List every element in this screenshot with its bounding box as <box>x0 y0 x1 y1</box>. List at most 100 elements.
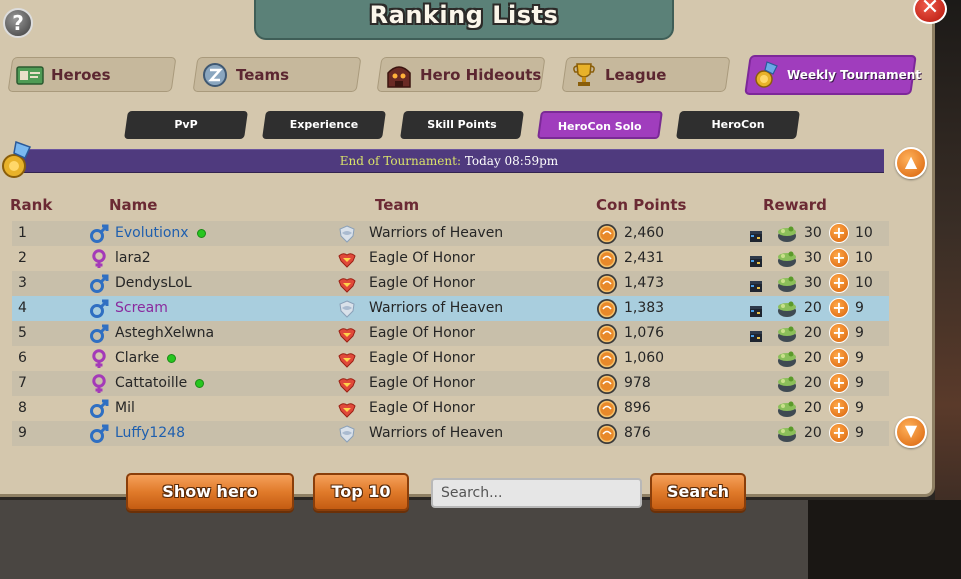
table-row[interactable]: 3 DendysLoL Eagle Of Honor 1,473 30 +10 <box>12 271 889 296</box>
team-name[interactable]: Eagle Of Honor <box>369 271 475 296</box>
subtab-pvp[interactable]: PvP <box>124 111 248 139</box>
reward-amount-2: 9 <box>855 300 864 316</box>
player-name-text: Clarke <box>115 350 160 366</box>
team-name[interactable]: Eagle Of Honor <box>369 346 475 371</box>
table-row[interactable]: 6 Clarke Eagle Of Honor 1,060 20 +9 <box>12 346 889 371</box>
team-name[interactable]: Eagle Of Honor <box>369 396 475 421</box>
table-row[interactable]: 1 Evolutionx Warriors of Heaven 2,460 30 +10 <box>12 221 889 246</box>
tab-weekly-tournament[interactable]: Weekly Tournament <box>744 55 921 95</box>
team-name[interactable]: Warriors of Heaven <box>369 421 503 446</box>
heaven-badge-icon <box>338 225 356 243</box>
top-10-button[interactable]: Top 10 <box>313 473 409 511</box>
reward-pot-icon <box>776 273 798 293</box>
reward-amount-1: 20 <box>804 350 822 366</box>
player-name[interactable]: Evolutionx <box>115 221 206 246</box>
reward-box-icon <box>749 252 763 267</box>
reward-amount-1: 20 <box>804 425 822 441</box>
hero-card-icon <box>15 61 45 89</box>
player-name[interactable]: lara2 <box>115 246 151 271</box>
col-header-name: Name <box>109 196 158 214</box>
con-points-icon <box>596 398 618 420</box>
reward-amount-1: 20 <box>804 325 822 341</box>
con-points-icon <box>596 273 618 295</box>
player-name[interactable]: DendysLoL <box>115 271 192 296</box>
table-row[interactable]: 8 Mil Eagle Of Honor 896 20 +9 <box>12 396 889 421</box>
player-name[interactable]: Clarke <box>115 346 177 371</box>
player-name-text: Cattatoille <box>115 375 188 391</box>
player-name-text: Luffy1248 <box>115 425 185 441</box>
rank-cell: 4 <box>18 300 27 316</box>
search-button[interactable]: Search <box>650 473 746 511</box>
team-name[interactable]: Warriors of Heaven <box>369 221 503 246</box>
reward-amount-2: 10 <box>855 250 873 266</box>
team-name[interactable]: Warriors of Heaven <box>369 296 503 321</box>
tab-heroes[interactable]: Heroes <box>7 57 177 92</box>
eagle-badge-icon <box>338 250 356 268</box>
scroll-down-button[interactable]: ▼ <box>895 416 927 448</box>
plus-icon: + <box>829 223 849 243</box>
table-row[interactable]: 7 Cattatoille Eagle Of Honor 978 20 +9 <box>12 371 889 396</box>
col-header-con-points: Con Points <box>596 196 687 214</box>
con-points-icon <box>596 223 618 245</box>
player-name-text: lara2 <box>115 250 151 266</box>
table-row[interactable]: 5 AsteghXelwna Eagle Of Honor 1,076 20 +9 <box>12 321 889 346</box>
plus-icon: + <box>829 248 849 268</box>
team-name[interactable]: Eagle Of Honor <box>369 246 475 271</box>
help-button[interactable]: ? <box>3 8 33 38</box>
reward-amount-1: 20 <box>804 300 822 316</box>
player-name[interactable]: Scream <box>115 296 168 321</box>
eagle-badge-icon <box>338 375 356 393</box>
ranking-panel: Ranking Lists ? Heroes Teams Hero Hideou… <box>0 0 935 511</box>
male-icon <box>89 224 109 244</box>
show-hero-button[interactable]: Show hero <box>126 473 294 511</box>
plus-icon: + <box>829 323 849 343</box>
con-points-value: 2,431 <box>624 250 665 266</box>
col-header-rank: Rank <box>10 196 53 214</box>
plus-icon: + <box>829 298 849 318</box>
subtab-skill-points[interactable]: Skill Points <box>400 111 524 139</box>
player-name-text: Scream <box>115 300 168 316</box>
table-row[interactable]: 4 Scream Warriors of Heaven 1,383 20 +9 <box>12 296 889 321</box>
scroll-up-button[interactable]: ▲ <box>895 147 927 179</box>
online-status-icon <box>196 228 206 238</box>
eagle-badge-icon <box>338 275 356 293</box>
con-points-value: 896 <box>624 400 651 416</box>
subtab-herocon-solo[interactable]: HeroCon Solo <box>537 111 663 139</box>
reward-pot-icon <box>776 348 798 368</box>
reward-amount-1: 20 <box>804 375 822 391</box>
rank-cell: 2 <box>18 250 27 266</box>
reward-pot-icon <box>776 423 798 443</box>
plus-icon: + <box>829 423 849 443</box>
player-name[interactable]: Mil <box>115 396 135 421</box>
table-row[interactable]: 9 Luffy1248 Warriors of Heaven 876 20 +9 <box>12 421 889 446</box>
subtab-skill-points-label: Skill Points <box>427 118 497 131</box>
player-name[interactable]: Luffy1248 <box>115 421 185 446</box>
player-name[interactable]: AsteghXelwna <box>115 321 214 346</box>
tab-teams[interactable]: Teams <box>192 57 362 92</box>
tab-hero-hideouts[interactable]: Hero Hideouts <box>376 57 546 92</box>
rank-cell: 6 <box>18 350 27 366</box>
subtab-pvp-label: PvP <box>174 118 198 131</box>
team-name[interactable]: Eagle Of Honor <box>369 371 475 396</box>
hideout-icon <box>384 61 414 89</box>
tab-league[interactable]: League <box>561 57 731 92</box>
team-name[interactable]: Eagle Of Honor <box>369 321 475 346</box>
player-name-text: Evolutionx <box>115 225 189 241</box>
reward-pot-icon <box>776 223 798 243</box>
reward-amount-2: 9 <box>855 400 864 416</box>
con-points-value: 1,383 <box>624 300 665 316</box>
subtab-experience[interactable]: Experience <box>262 111 386 139</box>
con-points-value: 1,076 <box>624 325 665 341</box>
player-name[interactable]: Cattatoille <box>115 371 205 396</box>
reward-pot-icon <box>776 398 798 418</box>
subtab-herocon-label: HeroCon <box>711 118 765 131</box>
search-input[interactable] <box>431 478 642 508</box>
table-row[interactable]: 2 lara2 Eagle Of Honor 2,431 30 +10 <box>12 246 889 271</box>
con-points-icon <box>596 373 618 395</box>
reward-box-icon <box>749 302 763 317</box>
reward-pot-icon <box>776 248 798 268</box>
title-tab: Ranking Lists <box>254 0 674 40</box>
tournament-medal-icon <box>0 138 34 182</box>
subtab-herocon[interactable]: HeroCon <box>676 111 800 139</box>
online-status-icon <box>195 378 205 388</box>
